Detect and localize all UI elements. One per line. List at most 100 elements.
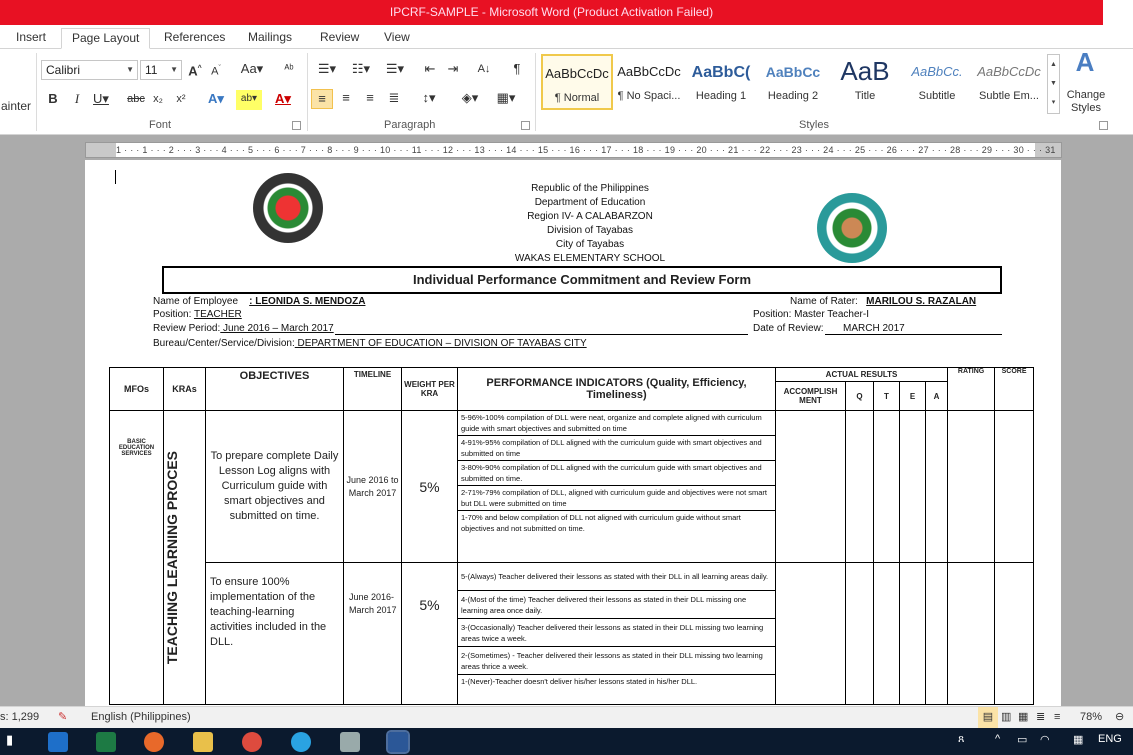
line-spacing-icon[interactable]: ↕▾ [416,89,442,109]
outline-icon[interactable]: ≣ [1036,707,1045,728]
font-size-combo[interactable]: 11 ▼ [140,60,182,80]
start-icon[interactable]: ▮ [6,732,26,752]
styles-dialog-launcher[interactable] [1099,121,1108,130]
keyboard-icon[interactable]: ▦ [1073,733,1083,746]
wifi-icon[interactable]: ◠ [1040,733,1050,746]
align-center-icon[interactable]: ≡ [336,89,356,109]
full-screen-reading-icon[interactable]: ▥ [1001,707,1011,728]
clear-formatting-icon[interactable]: ᴬᵇ [280,60,298,80]
horizontal-ruler[interactable]: 1 · · · 1 · · · 2 · · · 3 · · · 4 · · · … [85,142,1062,158]
header-score: SCORE [994,367,1035,411]
sort-icon[interactable]: A↓ [475,60,493,80]
shading-icon[interactable]: ◈▾ [457,89,483,109]
style-heading-2[interactable]: AaBbCc Heading 2 [757,54,829,110]
file-explorer-icon[interactable] [193,732,213,752]
language-indicator[interactable]: English (Philippines) [91,707,191,728]
highlight-icon[interactable]: ab▾ [236,90,262,110]
font-group-label: Font [149,119,172,131]
change-styles-button[interactable]: Change Styles [1064,89,1108,115]
align-left-icon[interactable]: ≡ [311,89,333,109]
draft-icon[interactable]: ≡ [1054,707,1060,728]
document-page[interactable]: Republic of the Philippines Department o… [85,160,1061,706]
header-t: T [873,381,900,411]
tab-page-layout[interactable]: Page Layout [61,28,151,49]
bullets-icon[interactable]: ☰▾ [314,60,340,80]
chrome-icon[interactable] [242,732,262,752]
font-name-combo[interactable]: Calibri ▼ [41,60,138,80]
styles-gallery-scroll[interactable]: ▲ ▼ ▾ [1047,54,1060,114]
style-title[interactable]: AaB Title [829,54,901,110]
timeline-cell: June 2016 to March 2017 [343,410,402,563]
web-layout-icon[interactable]: ▦ [1018,707,1028,728]
tab-mailings[interactable]: Mailings [238,28,302,49]
word-count[interactable]: s: 1,299 [0,707,39,728]
superscript-icon[interactable]: x² [174,90,188,110]
people-icon[interactable]: ጸ [958,733,964,746]
firefox-icon[interactable] [144,732,164,752]
table-row: BASIC EDUCATION SERVICES TEACHING LEARNI… [109,410,1035,705]
windows-taskbar: ▮ ጸ ^ ▭ ◠ ▦ ENG [0,728,1133,755]
grow-font-icon[interactable]: A^ [186,60,204,80]
position-info: Position: TEACHER [153,309,242,320]
font-color-icon[interactable]: A▾ [270,90,296,110]
align-right-icon[interactable]: ≡ [360,89,380,109]
zoom-level[interactable]: 78% [1080,707,1102,728]
tab-review[interactable]: Review [310,28,369,49]
font-dialog-launcher[interactable] [292,121,301,130]
strikethrough-icon[interactable]: abc [125,90,147,110]
indicator-cell: 3-(Occasionally) Teacher delivered their… [457,618,776,647]
zoom-out-icon[interactable]: ⊖ [1115,707,1124,728]
header-kras: KRAs [163,367,206,411]
tab-references[interactable]: References [154,28,235,49]
timeline-cell: June 2016- March 2017 [343,562,402,705]
header-weight: WEIGHT PER KRA [401,367,458,411]
numbering-icon[interactable]: ☷▾ [348,60,374,80]
tray-chevron-icon[interactable]: ^ [995,733,1000,745]
style-heading-1[interactable]: AaBbC( Heading 1 [685,54,757,110]
print-layout-icon[interactable]: ▤ [978,707,998,728]
style-subtitle[interactable]: AaBbCc. Subtitle [901,54,973,110]
bureau-info: Bureau/Center/Service/Division: DEPARTME… [153,338,587,349]
excel-icon[interactable] [96,732,116,752]
tab-view[interactable]: View [374,28,420,49]
window-controls[interactable] [1103,0,1133,25]
change-styles-icon[interactable]: A [1068,49,1102,83]
header-q: Q [845,381,874,411]
change-case-icon[interactable]: Aa▾ [238,60,266,80]
bold-icon[interactable]: B [45,90,61,110]
text-effects-icon[interactable]: A▾ [205,90,227,110]
paragraph-dialog-launcher[interactable] [521,121,530,130]
format-painter-button[interactable]: ainter [0,97,32,117]
style-normal[interactable]: AaBbCcDc ¶ Normal [541,54,613,110]
ribbon: ainter Calibri ▼ 11 ▼ A^ Aˇ Aa▾ ᴬᵇ B I U▾ … [0,49,1133,135]
decrease-indent-icon[interactable]: ⇤ [421,60,439,80]
borders-icon[interactable]: ▦▾ [493,89,519,109]
skype-icon[interactable] [291,732,311,752]
show-formatting-icon[interactable]: ¶ [509,60,525,80]
paint-icon[interactable] [340,732,360,752]
edge-icon[interactable] [48,732,68,752]
kra-cell: TEACHING LEARNING PROCES [163,410,206,705]
justify-icon[interactable]: ≣ [384,89,404,109]
multilevel-list-icon[interactable]: ☰▾ [382,60,408,80]
increase-indent-icon[interactable]: ⇥ [444,60,462,80]
window-title: IPCRF-SAMPLE - Microsoft Word (Product A… [0,0,1103,25]
underline-icon[interactable]: U▾ [92,90,110,110]
indicator-cell: 1-70% and below compilation of DLL not a… [457,510,776,563]
proofing-icon[interactable]: ✎ [58,707,67,728]
subscript-icon[interactable]: x₂ [151,90,165,110]
header-accomplishment: ACCOMPLISH MENT [775,381,846,411]
document-header: Republic of the Philippines Department o… [514,183,666,264]
shrink-font-icon[interactable]: Aˇ [207,60,225,80]
ribbon-tabs: Insert Page Layout References Mailings R… [0,25,1133,49]
word-icon[interactable] [386,730,410,754]
language-tray[interactable]: ENG [1098,733,1122,745]
style-subtle-emphasis[interactable]: AaBbCcDc Subtle Em... [973,54,1045,110]
rater-position: Position: Master Teacher-I [753,309,869,320]
tab-insert[interactable]: Insert [6,28,56,49]
network-icon[interactable]: ▭ [1017,733,1027,746]
italic-icon[interactable]: I [69,90,85,110]
paragraph-group-label: Paragraph [384,119,436,131]
header-actual-results: ACTUAL RESULTS [774,367,949,382]
style-no-spacing[interactable]: AaBbCcDc ¶ No Spaci... [613,54,685,110]
